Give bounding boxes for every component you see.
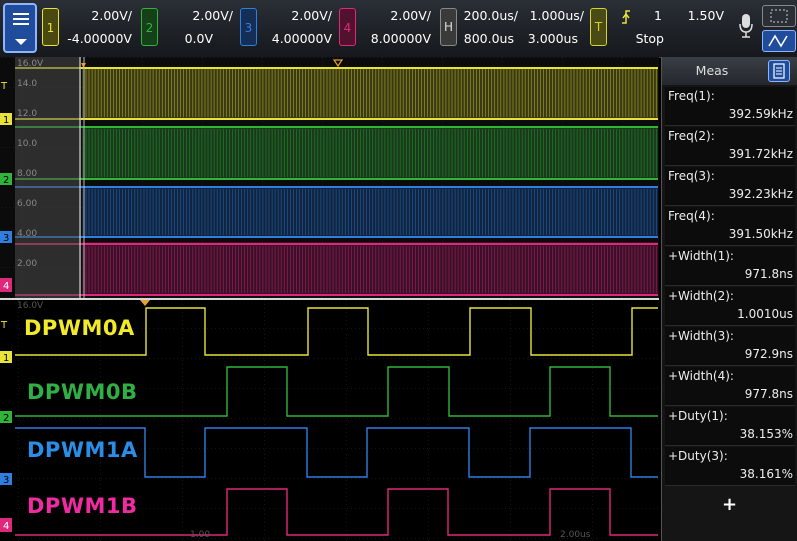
measurement-item[interactable]: Freq(3): 392.23kHz bbox=[665, 167, 795, 206]
svg-text:2: 2 bbox=[3, 413, 9, 424]
panel-title[interactable]: Meas bbox=[662, 63, 762, 78]
document-icon[interactable] bbox=[768, 60, 790, 82]
top-toolbar: 1 2.00V/ -4.00000V 2 2.00V/ 0.0V 3 2.00V… bbox=[0, 0, 797, 58]
channel-1-offset: -4.00000V bbox=[67, 31, 132, 46]
axis-label: 10.0 bbox=[17, 139, 37, 149]
panel-header: Meas bbox=[662, 57, 797, 85]
axis-label: 16.0V bbox=[17, 59, 44, 69]
trace-label-dpwm1b: DPWM1B bbox=[27, 494, 138, 518]
trace-label-dpwm0b: DPWM0B bbox=[27, 380, 138, 404]
overview-window: 16.0V 14.0 12.0 10.0 8.00 6.00 4.00 2.00… bbox=[0, 57, 659, 298]
svg-text:2: 2 bbox=[3, 175, 9, 186]
measurements-panel: Meas Freq(1): 392.59kHz Freq(2): 391.72k… bbox=[661, 57, 797, 541]
measurement-item[interactable]: +Width(3): 972.9ns bbox=[665, 327, 795, 366]
measurement-label: +Duty(3): bbox=[668, 449, 728, 463]
measurement-label: +Width(4): bbox=[668, 369, 734, 383]
measurement-value: 1.0010us bbox=[737, 307, 793, 321]
channel-2-scale: 2.00V/ bbox=[192, 8, 233, 23]
measurement-label: Freq(2): bbox=[668, 129, 715, 143]
svg-text:3: 3 bbox=[3, 475, 9, 486]
measurement-label: +Width(3): bbox=[668, 329, 734, 343]
axis-label: 4.00 bbox=[17, 229, 37, 239]
channel-1-button[interactable]: 1 bbox=[42, 8, 59, 46]
measurement-item[interactable]: +Duty(3): 38.161% bbox=[665, 447, 795, 486]
axis-label: 6.00 bbox=[17, 199, 37, 209]
channel-4-scale: 2.00V/ bbox=[390, 8, 431, 23]
measurement-label: +Width(1): bbox=[668, 249, 734, 263]
measurement-item[interactable]: Freq(2): 391.72kHz bbox=[665, 127, 795, 166]
trigger-level-marker[interactable]: T bbox=[0, 81, 8, 92]
run-stop-status: Stop bbox=[635, 31, 664, 46]
axis-label: 2.00 bbox=[17, 259, 37, 269]
add-measurement-button[interactable]: + bbox=[662, 494, 797, 515]
microphone-icon[interactable] bbox=[738, 12, 754, 40]
dashed-box-icon bbox=[770, 9, 788, 23]
touch-arrows-icon bbox=[768, 34, 788, 48]
measurement-value: 392.23kHz bbox=[728, 187, 793, 201]
menu-button[interactable] bbox=[3, 3, 37, 53]
channel-3-button[interactable]: 3 bbox=[240, 8, 257, 46]
axis-label: 8.00 bbox=[17, 169, 37, 179]
svg-text:4: 4 bbox=[3, 281, 9, 292]
time-tick: 1.00 bbox=[190, 530, 210, 540]
horizontal-scale: 200.0us/ bbox=[463, 8, 518, 23]
measurement-value: 391.72kHz bbox=[728, 147, 793, 161]
measurement-item[interactable]: +Duty(1): 38.153% bbox=[665, 407, 795, 446]
measurement-item[interactable]: +Width(2): 1.0010us bbox=[665, 287, 795, 326]
measurement-value: 38.161% bbox=[739, 467, 793, 481]
measurement-item[interactable]: Freq(1): 392.59kHz bbox=[665, 87, 795, 126]
time-tick: 2.00us bbox=[560, 530, 591, 540]
svg-text:4: 4 bbox=[3, 521, 9, 532]
waveform-display[interactable]: 16.0V 14.0 12.0 10.0 8.00 6.00 4.00 2.00… bbox=[0, 57, 659, 541]
measurement-value: 972.9ns bbox=[744, 347, 793, 361]
horizontal-button[interactable]: H bbox=[440, 8, 457, 46]
axis-label: 14.0 bbox=[17, 79, 37, 89]
trace-label-dpwm1a: DPWM1A bbox=[27, 438, 138, 462]
chevron-down-icon bbox=[15, 39, 27, 45]
measurement-label: Freq(3): bbox=[668, 169, 715, 183]
measurement-value: 971.8ns bbox=[744, 267, 793, 281]
select-region-button[interactable] bbox=[762, 5, 796, 27]
trigger-level: 1.50V bbox=[687, 8, 724, 23]
horizontal-position: 800.0us bbox=[463, 31, 514, 46]
channel-1-scale: 2.00V/ bbox=[91, 8, 132, 23]
channel-3-offset: 4.00000V bbox=[271, 31, 332, 46]
trigger-button[interactable]: T bbox=[590, 8, 607, 46]
channel-3-scale: 2.00V/ bbox=[291, 8, 332, 23]
axis-label: 12.0 bbox=[17, 109, 37, 119]
channel-4-button[interactable]: 4 bbox=[339, 8, 356, 46]
svg-text:3: 3 bbox=[3, 233, 9, 244]
measurement-label: +Duty(1): bbox=[668, 409, 728, 423]
channel-4-offset: 8.00000V bbox=[370, 31, 431, 46]
menu-icon bbox=[13, 13, 29, 28]
trigger-edge-icon bbox=[622, 10, 630, 24]
axis-label: 16.0V bbox=[17, 301, 44, 311]
zoom-position: 3.000us bbox=[527, 31, 578, 46]
trigger-source: 1 bbox=[654, 8, 662, 23]
measurement-value: 391.50kHz bbox=[728, 227, 793, 241]
trigger-level-marker[interactable]: T bbox=[0, 320, 8, 331]
measurement-label: Freq(4): bbox=[668, 209, 715, 223]
measurement-item[interactable]: +Width(4): 977.8ns bbox=[665, 367, 795, 406]
measurement-value: 977.8ns bbox=[744, 387, 793, 401]
measurement-item[interactable]: +Width(1): 971.8ns bbox=[665, 247, 795, 286]
touch-mode-button[interactable] bbox=[762, 30, 796, 52]
measurement-item[interactable]: Freq(4): 391.50kHz bbox=[665, 207, 795, 246]
channel-2-button[interactable]: 2 bbox=[141, 8, 158, 46]
svg-text:1: 1 bbox=[3, 115, 9, 126]
measurement-value: 392.59kHz bbox=[728, 107, 793, 121]
channel-2-offset: 0.0V bbox=[184, 31, 213, 46]
measurement-label: Freq(1): bbox=[668, 89, 715, 103]
zoom-scale: 1.000us/ bbox=[529, 8, 584, 23]
measurement-label: +Width(2): bbox=[668, 289, 734, 303]
trace-label-dpwm0a: DPWM0A bbox=[24, 316, 135, 340]
svg-text:1: 1 bbox=[3, 353, 9, 364]
measurement-value: 38.153% bbox=[739, 427, 793, 441]
